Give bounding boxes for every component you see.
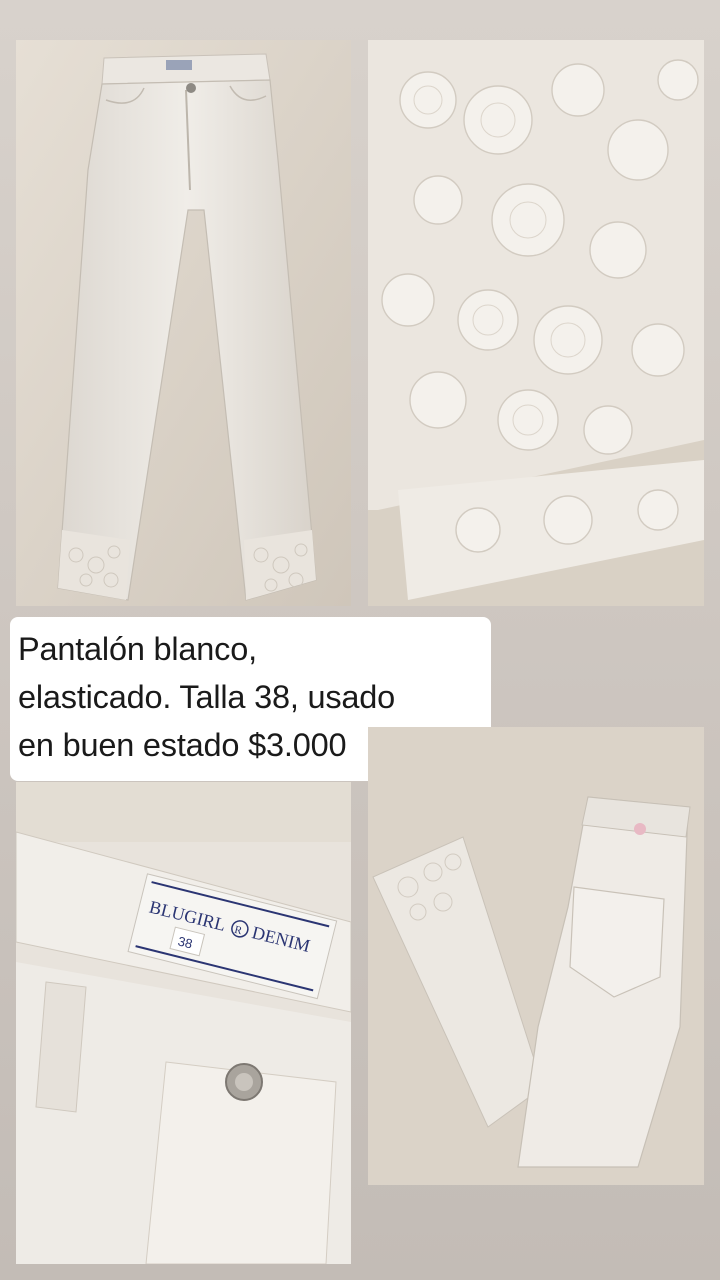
photo-embroidery-closeup [368,40,704,606]
caption-line-2: elasticado. Talla 38, usado [18,679,396,715]
photo-jeans-front [16,40,351,606]
photo-brand-label: BLUGIRL R DENIM 38 [16,782,351,1264]
photo-jeans-back [368,727,704,1185]
caption-line-1: Pantalón blanco, [18,631,257,667]
